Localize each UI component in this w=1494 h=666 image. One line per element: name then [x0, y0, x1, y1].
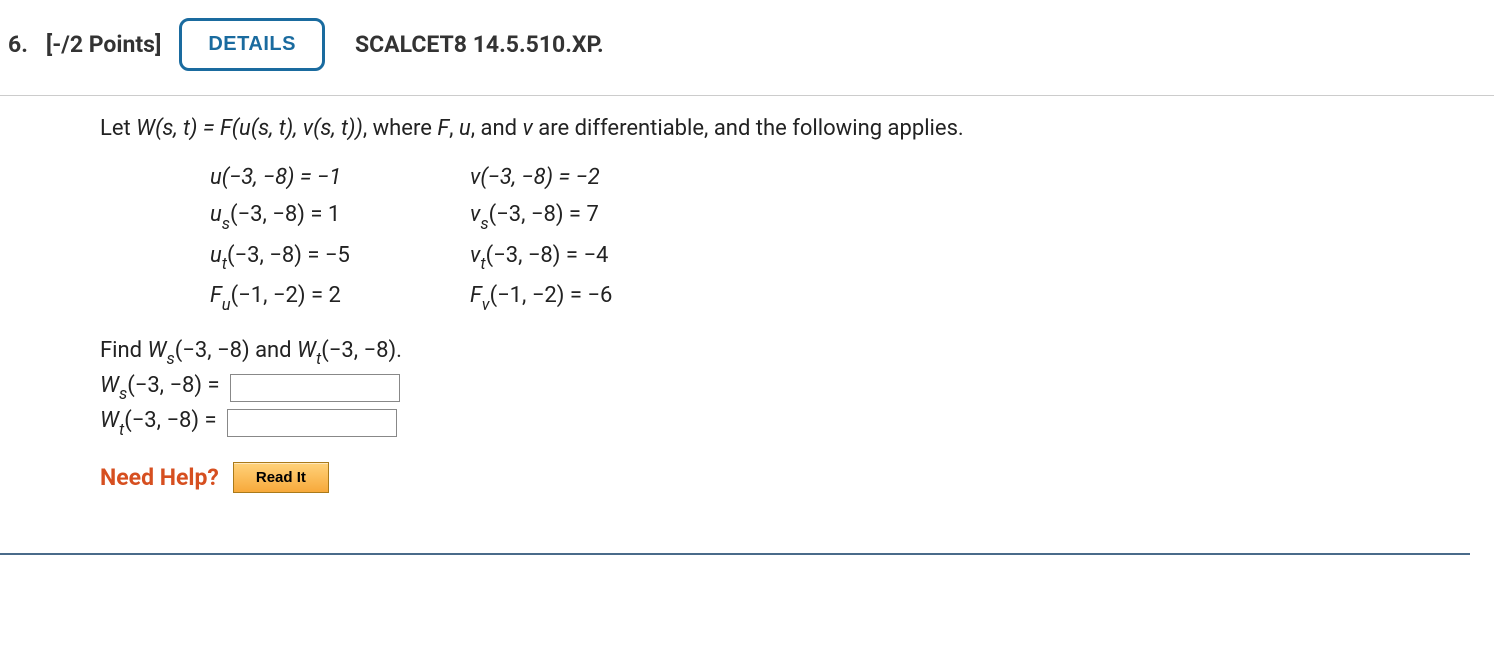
problem-prompt: Let W(s, t) = F(u(s, t), v(s, t)), where…	[100, 116, 1470, 141]
eq-us-fn: u	[210, 202, 222, 227]
find-instruction: Find Ws(−3, −8) and Wt(−3, −8).	[100, 338, 1470, 367]
question-content: Let W(s, t) = F(u(s, t), v(s, t)), where…	[0, 96, 1470, 555]
eq-ut-rest: (−3, −8) = −5	[227, 243, 350, 268]
answer-row-ws: Ws(−3, −8) =	[100, 373, 1470, 402]
answer-wt-input[interactable]	[227, 409, 397, 437]
eq-u-text: u(−3, −8) = −1	[210, 165, 341, 190]
points-label: [-/2 Points]	[46, 31, 161, 58]
find-and: and	[250, 338, 297, 363]
answer-row-wt: Wt(−3, −8) =	[100, 408, 1470, 437]
ans1-sub: s	[119, 385, 127, 404]
answer-ws-label: Ws(−3, −8) =	[100, 373, 220, 402]
given-values: u(−3, −8) = −1 v(−3, −8) = −2 us(−3, −8)…	[210, 159, 1470, 318]
find-ws-arg: (−3, −8)	[175, 338, 250, 363]
ans1-fn: W	[100, 373, 119, 398]
eq-us-rest: (−3, −8) = 1	[230, 202, 340, 227]
read-it-button[interactable]: Read It	[233, 462, 329, 493]
eq-us-sub: s	[222, 215, 230, 234]
eq-vs: vs(−3, −8) = 7	[470, 196, 670, 236]
eq-ut-sub: t	[222, 255, 227, 274]
eq-ut: ut(−3, −8) = −5	[210, 237, 410, 277]
eq-fv-sub: v	[482, 296, 490, 315]
question-reference: SCALCET8 14.5.510.XP.	[355, 31, 604, 58]
help-section: Need Help? Read It	[100, 462, 1470, 493]
answer-ws-input[interactable]	[230, 374, 400, 402]
prompt-eq-lhs: W(s, t)	[136, 116, 197, 141]
eq-row-3: ut(−3, −8) = −5 vt(−3, −8) = −4	[210, 237, 1470, 277]
question-header: 6. [-/2 Points] DETAILS SCALCET8 14.5.51…	[0, 0, 1494, 95]
eq-fu-sub: u	[222, 296, 231, 315]
find-prefix: Find	[100, 338, 148, 363]
answer-wt-label: Wt(−3, −8) =	[100, 408, 217, 437]
find-wt-arg: (−3, −8).	[321, 338, 402, 363]
ans2-fn: W	[100, 408, 119, 433]
prompt-text-suffix: , where F, u, and v are differentiable, …	[363, 116, 964, 141]
eq-fu-fn: F	[210, 283, 222, 308]
prompt-eq-rhs: = F(u(s, t), v(s, t))	[197, 116, 362, 141]
eq-fv-rest: (−1, −2) = −6	[490, 283, 613, 308]
eq-u: u(−3, −8) = −1	[210, 159, 410, 196]
find-wt-sub: t	[316, 350, 321, 369]
find-wt-fn: W	[297, 338, 316, 363]
eq-vs-rest: (−3, −8) = 7	[489, 202, 599, 227]
eq-fv: Fv(−1, −2) = −6	[470, 277, 670, 317]
eq-vs-fn: v	[470, 202, 480, 227]
details-button[interactable]: DETAILS	[179, 18, 325, 71]
eq-vt: vt(−3, −8) = −4	[470, 237, 670, 277]
eq-row-2: us(−3, −8) = 1 vs(−3, −8) = 7	[210, 196, 1470, 236]
eq-ut-fn: u	[210, 243, 222, 268]
eq-vs-sub: s	[480, 215, 488, 234]
eq-row-4: Fu(−1, −2) = 2 Fv(−1, −2) = −6	[210, 277, 1470, 317]
prompt-text-prefix: Let	[100, 116, 136, 141]
eq-fu: Fu(−1, −2) = 2	[210, 277, 410, 317]
ans2-rest: (−3, −8) =	[124, 408, 216, 433]
eq-vt-sub: t	[480, 255, 485, 274]
find-ws-fn: W	[148, 338, 167, 363]
eq-fv-fn: F	[470, 283, 482, 308]
ans1-rest: (−3, −8) =	[127, 373, 219, 398]
find-ws-sub: s	[166, 350, 174, 369]
question-number: 6.	[8, 31, 28, 58]
eq-vt-fn: v	[470, 243, 480, 268]
eq-row-1: u(−3, −8) = −1 v(−3, −8) = −2	[210, 159, 1470, 196]
need-help-label: Need Help?	[100, 464, 219, 491]
eq-us: us(−3, −8) = 1	[210, 196, 410, 236]
eq-v: v(−3, −8) = −2	[470, 159, 670, 196]
eq-fu-rest: (−1, −2) = 2	[231, 283, 341, 308]
eq-vt-rest: (−3, −8) = −4	[486, 243, 609, 268]
ans2-sub: t	[119, 421, 124, 440]
eq-v-text: v(−3, −8) = −2	[470, 165, 600, 190]
